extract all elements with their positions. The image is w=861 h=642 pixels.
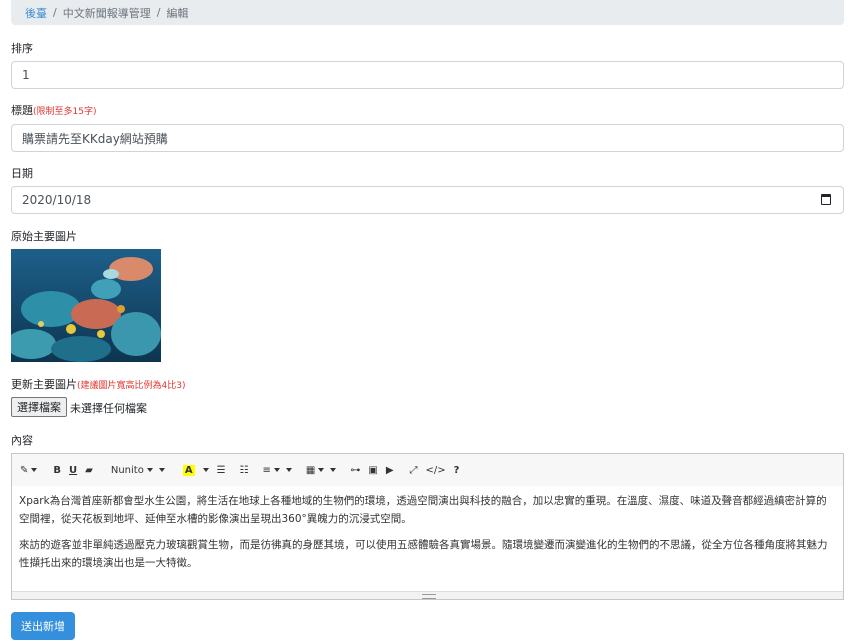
breadcrumb-section: 中文新聞報導管理 <box>62 6 151 20</box>
breadcrumb-home-link[interactable]: 後臺 <box>25 5 47 21</box>
breadcrumb-separator: / <box>53 6 57 19</box>
date-label: 日期 <box>11 167 33 180</box>
editor-resize-bar[interactable] <box>12 591 843 599</box>
orig-image-label: 原始主要圖片 <box>11 230 77 243</box>
order-input[interactable]: 1 <box>11 61 844 89</box>
date-input[interactable]: 2020/10/18 <box>11 186 844 214</box>
update-image-label: 更新主要圖片 <box>11 378 77 391</box>
breadcrumb: 後臺 / 中文新聞報導管理 / 編輯 <box>11 0 844 25</box>
help-icon[interactable]: ? <box>454 460 460 480</box>
content-paragraph: Xpark為台灣首座新都會型水生公園，將生活在地球上各種地域的生物們的環境，透過… <box>19 495 827 525</box>
code-view-icon[interactable]: </> <box>426 460 446 480</box>
calendar-icon[interactable] <box>821 194 831 205</box>
title-label: 標題 <box>11 104 33 117</box>
table-icon[interactable]: ▦ <box>306 460 337 480</box>
video-icon[interactable]: ▶ <box>386 460 394 480</box>
title-value: 購票請先至KKday網站預購 <box>22 131 168 146</box>
content-label: 內容 <box>11 434 33 447</box>
editor-content[interactable]: Xpark為台灣首座新都會型水生公園，將生活在地球上各種地域的生物們的環境，透過… <box>12 486 843 586</box>
font-name-label: Nunito <box>110 464 144 476</box>
file-status: 未選擇任何檔案 <box>70 402 147 415</box>
order-value: 1 <box>22 68 30 82</box>
unordered-list-icon[interactable]: ☰ <box>217 460 226 480</box>
link-icon[interactable]: ⊶ <box>350 460 360 480</box>
rich-text-editor: ✎ B U ▰ Nunito A ☰ ☷ ≡ ▦ ⊶ ▣ ▶ ⤢ </> ? X… <box>11 453 844 600</box>
breadcrumb-current: 編輯 <box>166 6 189 20</box>
title-hint: (限制至多15字) <box>33 107 97 117</box>
picture-icon[interactable]: ▣ <box>368 460 377 480</box>
update-image-hint: (建議圖片寬高比例為4比3) <box>77 381 186 391</box>
editor-toolbar: ✎ B U ▰ Nunito A ☰ ☷ ≡ ▦ ⊶ ▣ ▶ ⤢ </> ? <box>12 454 843 486</box>
font-name-dropdown[interactable]: Nunito <box>111 460 165 480</box>
original-image <box>11 249 161 362</box>
bold-icon[interactable]: B <box>53 460 61 480</box>
order-label: 排序 <box>11 42 33 55</box>
underline-icon[interactable]: U <box>69 460 77 480</box>
date-value: 2020/10/18 <box>22 193 92 207</box>
magic-wand-icon[interactable]: ✎ <box>20 460 38 480</box>
font-color-icon[interactable]: A <box>182 460 209 480</box>
fullscreen-icon[interactable]: ⤢ <box>410 460 418 480</box>
paragraph-align-icon[interactable]: ≡ <box>263 460 292 480</box>
choose-file-button[interactable]: 選擇檔案 <box>11 397 67 417</box>
breadcrumb-separator: / <box>156 6 161 19</box>
submit-button[interactable]: 送出新增 <box>11 612 75 640</box>
title-label-row: 標題(限制至多15字) <box>11 102 96 118</box>
ordered-list-icon[interactable]: ☷ <box>240 460 249 480</box>
resize-grip-icon[interactable] <box>422 594 436 599</box>
update-image-label-row: 更新主要圖片(建議圖片寬高比例為4比3) <box>11 376 185 392</box>
content-paragraph: 來訪的遊客並非單純透過壓克力玻璃觀賞生物，而是彷彿真的身歷其境，可以使用五感體驗… <box>19 539 828 569</box>
eraser-icon[interactable]: ▰ <box>85 460 93 480</box>
title-input[interactable]: 購票請先至KKday網站預購 <box>11 124 844 152</box>
